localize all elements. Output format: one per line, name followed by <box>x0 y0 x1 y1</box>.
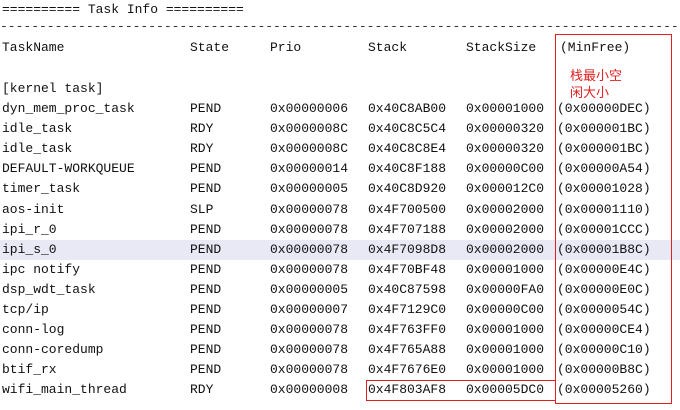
cell-taskname: ipi_r_0 <box>2 222 57 237</box>
cell-taskname: dyn_mem_proc_task <box>2 101 135 116</box>
cell-state: PEND <box>190 262 222 277</box>
cell-taskname: conn-coredump <box>2 342 104 357</box>
cell-taskname: ipi_s_0 <box>2 242 57 257</box>
cell-state: PEND <box>190 282 222 297</box>
cell-stack: 0x4F7098D8 <box>368 242 447 257</box>
header-state: State <box>190 40 230 55</box>
cell-taskname: btif_rx <box>2 362 57 377</box>
cell-prio: 0x00000005 <box>270 282 349 297</box>
cell-taskname: conn-log <box>2 322 65 337</box>
cell-stacksize: 0x00001000 <box>466 362 545 377</box>
cell-stacksize: 0x000012C0 <box>466 181 545 196</box>
cell-prio: 0x00000078 <box>270 322 349 337</box>
cell-stacksize: 0x00000FA0 <box>466 282 545 297</box>
cell-taskname: tcp/ip <box>2 302 49 317</box>
cell-prio: 0x00000014 <box>270 161 349 176</box>
cell-prio: 0x00000078 <box>270 202 349 217</box>
cell-stack: 0x4F765A88 <box>368 342 447 357</box>
cell-stacksize: 0x00000C00 <box>466 161 545 176</box>
cell-prio: 0x0000008C <box>270 141 349 156</box>
cell-stacksize: 0x00000320 <box>466 121 545 136</box>
separator-line: ----------------------------------------… <box>0 22 680 32</box>
cell-stacksize: 0x00002000 <box>466 242 545 257</box>
cell-prio: 0x00000078 <box>270 342 349 357</box>
cell-taskname: timer_task <box>2 181 81 196</box>
cell-stack: 0x4F707188 <box>368 222 447 237</box>
header-taskname: TaskName <box>2 40 65 55</box>
cell-taskname: DEFAULT-WORKQUEUE <box>2 161 135 176</box>
cell-stack: 0x40C8C8E4 <box>368 141 447 156</box>
wifi-stack-highlight-box <box>366 380 556 401</box>
cell-prio: 0x00000078 <box>270 362 349 377</box>
header-stacksize: StackSize <box>466 40 537 55</box>
minfree-annotation: 栈最小空 闲大小 <box>570 68 622 102</box>
cell-state: PEND <box>190 222 222 237</box>
cell-stacksize: 0x00001000 <box>466 101 545 116</box>
cell-taskname: idle_task <box>2 141 73 156</box>
cell-stacksize: 0x00002000 <box>466 222 545 237</box>
cell-state: RDY <box>190 382 214 397</box>
cell-taskname: aos-init <box>2 202 65 217</box>
cell-state: PEND <box>190 181 222 196</box>
cell-state: PEND <box>190 242 222 257</box>
cell-taskname: idle_task <box>2 121 73 136</box>
cell-state: PEND <box>190 322 222 337</box>
cell-stack: 0x40C8D920 <box>368 181 447 196</box>
cell-prio: 0x0000008C <box>270 121 349 136</box>
cell-prio: 0x00000005 <box>270 181 349 196</box>
cell-stacksize: 0x00002000 <box>466 202 545 217</box>
cell-state: PEND <box>190 302 222 317</box>
cell-prio: 0x00000008 <box>270 382 349 397</box>
cell-state: RDY <box>190 141 214 156</box>
cell-taskname: wifi_main_thread <box>2 382 127 397</box>
cell-stack: 0x4F763FF0 <box>368 322 447 337</box>
cell-stack: 0x4F700500 <box>368 202 447 217</box>
cell-stack: 0x40C8C5C4 <box>368 121 447 136</box>
cell-state: PEND <box>190 101 222 116</box>
kernel-task-label: [kernel task] <box>2 81 104 96</box>
cell-taskname: dsp_wdt_task <box>2 282 96 297</box>
cell-taskname: ipc notify <box>2 262 81 277</box>
cell-stacksize: 0x00001000 <box>466 342 545 357</box>
annotation-line-1: 栈最小空 <box>570 69 623 84</box>
cell-stacksize: 0x00000C00 <box>466 302 545 317</box>
cell-prio: 0x00000007 <box>270 302 349 317</box>
header-prio: Prio <box>270 40 302 55</box>
cell-stack: 0x4F70BF48 <box>368 262 447 277</box>
cell-prio: 0x00000078 <box>270 262 349 277</box>
cell-stack: 0x40C8F188 <box>368 161 447 176</box>
cell-state: SLP <box>190 202 214 217</box>
cell-stack: 0x40C87598 <box>368 282 447 297</box>
cell-stack: 0x4F7129C0 <box>368 302 447 317</box>
cell-state: RDY <box>190 121 214 136</box>
cell-prio: 0x00000078 <box>270 242 349 257</box>
cell-state: PEND <box>190 362 222 377</box>
cell-state: PEND <box>190 342 222 357</box>
cell-prio: 0x00000006 <box>270 101 349 116</box>
header-stack: Stack <box>368 40 408 55</box>
cell-stacksize: 0x00000320 <box>466 141 545 156</box>
cell-stack: 0x40C8AB00 <box>368 101 447 116</box>
cell-stacksize: 0x00001000 <box>466 322 545 337</box>
annotation-line-2: 闲大小 <box>570 86 610 101</box>
cell-state: PEND <box>190 161 222 176</box>
task-info-title: ========== Task Info ========== <box>2 2 244 17</box>
cell-stacksize: 0x00001000 <box>466 262 545 277</box>
cell-prio: 0x00000078 <box>270 222 349 237</box>
cell-stack: 0x4F7676E0 <box>368 362 447 377</box>
